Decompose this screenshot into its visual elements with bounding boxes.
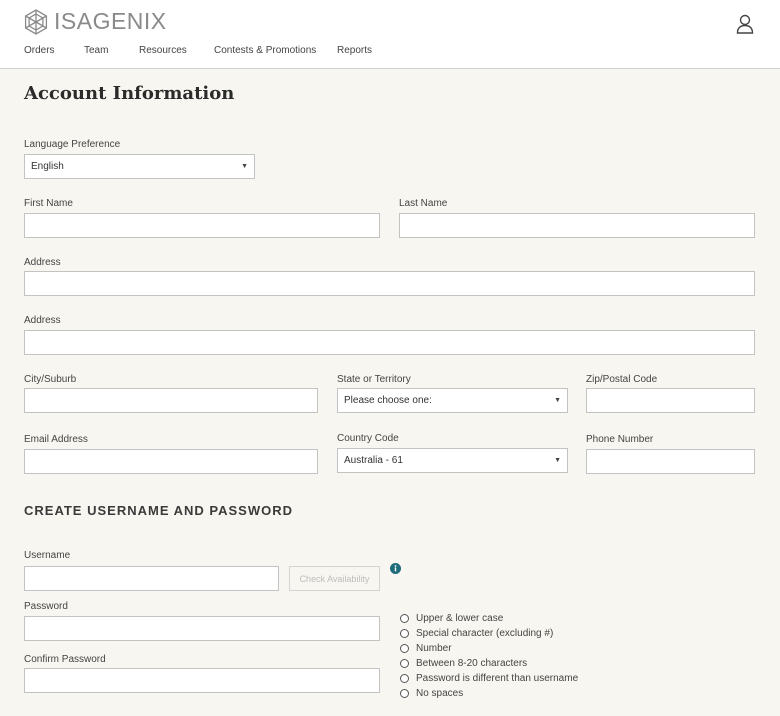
last-name-input[interactable] [399, 213, 755, 238]
chevron-down-icon: ▼ [241, 163, 248, 170]
address-line1-input[interactable] [24, 271, 755, 296]
nav-resources[interactable]: Resources [139, 45, 187, 56]
password-rule-item: Special character (excluding #) [400, 627, 553, 640]
country-code-label: Country Code [337, 433, 399, 444]
state-label: State or Territory [337, 374, 411, 385]
password-rule-item: Upper & lower case [400, 612, 503, 625]
chevron-down-icon: ▼ [554, 397, 561, 404]
state-select[interactable]: Please choose one: ▼ [337, 388, 568, 413]
language-select[interactable]: English ▼ [24, 154, 255, 179]
nav-team[interactable]: Team [84, 45, 108, 56]
password-rule-text: No spaces [416, 688, 464, 699]
last-name-label: Last Name [399, 198, 448, 209]
password-rule-text: Between 8-20 characters [416, 658, 528, 669]
password-rule-item: No spaces [400, 687, 463, 700]
password-rule-item: Between 8-20 characters [400, 657, 527, 670]
city-input[interactable] [24, 388, 318, 413]
isagenix-logo-icon [24, 8, 48, 35]
radio-icon [400, 644, 409, 653]
email-input[interactable] [24, 449, 318, 474]
check-availability-button[interactable]: Check Availability [289, 566, 380, 591]
nav-reports[interactable]: Reports [337, 45, 372, 56]
password-rule-text: Password is different than username [416, 673, 579, 684]
password-rule-text: Upper & lower case [416, 613, 504, 624]
country-code-select[interactable]: Australia - 61 ▼ [337, 448, 568, 473]
phone-label: Phone Number [586, 434, 654, 445]
username-input[interactable] [24, 566, 279, 591]
language-value: English [31, 161, 64, 172]
username-label: Username [24, 550, 71, 561]
radio-icon [400, 689, 409, 698]
radio-icon [400, 629, 409, 638]
password-rule-item: Password is different than username [400, 672, 578, 685]
city-label: City/Suburb [24, 374, 77, 385]
nav-contests-promotions[interactable]: Contests & Promotions [214, 45, 316, 56]
state-value: Please choose one: [344, 395, 432, 406]
brand-name: ISAGENIX [54, 8, 167, 34]
password-label: Password [24, 601, 68, 612]
page-title: Account Information [24, 83, 235, 104]
first-name-input[interactable] [24, 213, 380, 238]
info-icon[interactable] [390, 563, 401, 574]
account-form: Account Information Language Preference … [0, 69, 780, 716]
user-icon[interactable] [736, 14, 754, 34]
address-line2-label: Address [24, 315, 61, 326]
site-header: ISAGENIX Orders Team Resources Contests … [0, 0, 780, 69]
email-label: Email Address [24, 434, 88, 445]
address-line2-input[interactable] [24, 330, 755, 355]
credentials-section-title: CREATE USERNAME AND PASSWORD [24, 503, 293, 518]
password-rule-text: Number [416, 643, 452, 654]
chevron-down-icon: ▼ [554, 457, 561, 464]
address-line1-label: Address [24, 257, 61, 268]
confirm-password-input[interactable] [24, 668, 380, 693]
brand-logo[interactable]: ISAGENIX [23, 8, 167, 35]
first-name-label: First Name [24, 198, 73, 209]
nav-orders[interactable]: Orders [24, 45, 55, 56]
phone-input[interactable] [586, 449, 755, 474]
zip-label: Zip/Postal Code [586, 374, 658, 385]
country-code-value: Australia - 61 [344, 455, 403, 466]
password-rule-text: Special character (excluding #) [416, 628, 554, 639]
language-label: Language Preference [24, 139, 121, 150]
radio-icon [400, 614, 409, 623]
radio-icon [400, 674, 409, 683]
password-rule-item: Number [400, 642, 452, 655]
radio-icon [400, 659, 409, 668]
zip-input[interactable] [586, 388, 755, 413]
password-input[interactable] [24, 616, 380, 641]
confirm-password-label: Confirm Password [24, 654, 106, 665]
